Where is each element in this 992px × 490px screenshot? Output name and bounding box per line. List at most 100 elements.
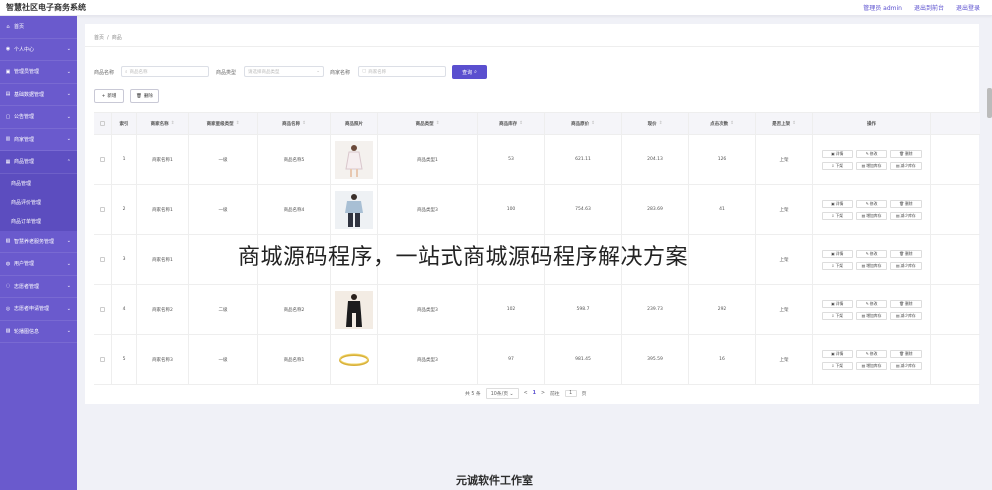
column-header[interactable]: 商品照片 xyxy=(331,113,378,134)
detail-button[interactable]: ▣ 详情 xyxy=(821,349,853,358)
column-header[interactable]: 商家名称 ⇕ xyxy=(137,113,189,134)
sidebar-item[interactable]: ▤ 基础数据管理 ⌄ xyxy=(0,84,77,106)
sort-icon[interactable]: ⇕ xyxy=(302,121,306,126)
sort-icon[interactable]: ⇕ xyxy=(659,121,663,126)
goods-name-input[interactable]: ⌕ 商品名称 xyxy=(121,66,209,77)
sidebar-item[interactable]: ▨ 轮播图信息 ⌄ xyxy=(0,321,77,343)
offshelf-button[interactable]: ⇩ 下架 xyxy=(821,211,853,220)
offshelf-button[interactable]: ⇩ 下架 xyxy=(821,361,853,370)
prev-page-button[interactable]: < xyxy=(524,391,528,396)
add-stock-button[interactable]: ▤ 增加库存 xyxy=(855,161,888,170)
logout-link[interactable]: 退出登录 xyxy=(956,3,980,12)
search-button[interactable]: 查询 ⌕ xyxy=(452,65,487,79)
sidebar-item[interactable]: ◍ 用户管理 ⌄ xyxy=(0,253,77,276)
page-number[interactable]: 1 xyxy=(533,391,536,396)
sidebar-item[interactable]: ▥ 商家管理 ⌄ xyxy=(0,129,77,151)
offshelf-button[interactable]: ⇩ 下架 xyxy=(821,261,853,270)
add-stock-button[interactable]: ▤ 增加库存 xyxy=(855,261,888,270)
sidebar-item[interactable]: ◎ 志愿者申请管理 ⌄ xyxy=(0,298,77,321)
sort-icon[interactable]: ⇕ xyxy=(591,121,595,126)
edit-button[interactable]: ✎ 修改 xyxy=(855,299,888,308)
row-checkbox[interactable] xyxy=(100,307,105,312)
goto-page-input[interactable]: 1 xyxy=(564,390,577,397)
stock-icon: ▤ xyxy=(861,213,866,218)
goto-frontend-link[interactable]: 退出到前台 xyxy=(914,3,944,12)
column-header[interactable]: 商家星级类型 ⇕ xyxy=(189,113,258,134)
sidebar-item[interactable]: ▣ 管理员管理 ⌄ xyxy=(0,61,77,84)
row-checkbox[interactable] xyxy=(100,157,105,162)
sidebar-item[interactable]: ▢ 公告管理 ⌄ xyxy=(0,106,77,129)
row-checkbox[interactable] xyxy=(100,357,105,362)
column-header[interactable]: 是否上架 ⇕ xyxy=(756,113,813,134)
reduce-stock-button[interactable]: ▤ 减少库存 xyxy=(890,361,922,370)
column-header-label: 现价 xyxy=(647,121,657,127)
column-header-label: 商品照片 xyxy=(345,121,363,127)
sort-icon[interactable]: ⇕ xyxy=(792,121,796,126)
sidebar-item[interactable]: ⌂ 首页 xyxy=(0,16,77,39)
edit-button[interactable]: ✎ 修改 xyxy=(855,249,888,258)
edit-button[interactable]: ✎ 修改 xyxy=(855,349,888,358)
sidebar-subitem[interactable]: 商品评价管理 xyxy=(0,192,77,212)
row-checkbox[interactable] xyxy=(100,207,105,212)
offshelf-button[interactable]: ⇩ 下架 xyxy=(821,311,853,320)
page-size-select[interactable]: 10条/页 ⌄ xyxy=(485,388,519,399)
delete-button[interactable]: 🗑 删除 xyxy=(890,349,922,358)
sidebar-item[interactable]: ◉ 个人中心 ⌄ xyxy=(0,39,77,61)
sidebar-item[interactable]: ▧ 智慧养老服务管理 ⌄ xyxy=(0,231,77,253)
add-stock-button[interactable]: ▤ 增加库存 xyxy=(855,311,888,320)
delete-button[interactable]: 🗑 删除 xyxy=(890,199,922,208)
reduce-stock-button[interactable]: ▤ 减少库存 xyxy=(890,261,922,270)
sort-icon[interactable]: ⇕ xyxy=(519,121,523,126)
sidebar-subitem[interactable]: 商品订单管理 xyxy=(0,211,77,231)
reduce-stock-button[interactable]: ▤ 减少库存 xyxy=(890,161,922,170)
sidebar-item-label: 公告管理 xyxy=(14,114,35,121)
offshelf-button[interactable]: ⇩ 下架 xyxy=(821,161,853,170)
add-button[interactable]: + 新增 xyxy=(94,89,124,103)
cell-price: 598.7 xyxy=(545,285,622,334)
breadcrumb-current: 商品 xyxy=(111,35,122,41)
delete-button[interactable]: 🗑 删除 xyxy=(890,299,922,308)
scrollbar[interactable] xyxy=(987,88,992,118)
goods-icon: ▦ xyxy=(5,158,11,165)
sidebar-item-label: 商品管理 xyxy=(14,159,35,166)
delete-button[interactable]: 🗑 删除 xyxy=(890,249,922,258)
admin-user-link[interactable]: 管理员 admin xyxy=(863,3,902,12)
add-stock-button[interactable]: ▤ 增加库存 xyxy=(855,361,888,370)
detail-button[interactable]: ▣ 详情 xyxy=(821,249,853,258)
add-stock-button[interactable]: ▤ 增加库存 xyxy=(855,211,888,220)
column-header[interactable]: 索引 xyxy=(112,113,137,134)
next-page-button[interactable]: > xyxy=(541,391,545,396)
sidebar-item[interactable]: ▦ 商品管理 ⌃ xyxy=(0,151,77,174)
edit-button[interactable]: ✎ 修改 xyxy=(855,149,888,158)
sort-icon[interactable]: ⇕ xyxy=(236,121,240,126)
sidebar-subitem[interactable]: 商品管理 xyxy=(0,173,77,193)
column-header[interactable]: 点击次数 ⇕ xyxy=(689,113,756,134)
breadcrumb-home[interactable]: 首页 xyxy=(94,35,104,41)
column-header[interactable]: 操作 xyxy=(813,113,931,134)
reduce-stock-button[interactable]: ▤ 减少库存 xyxy=(890,311,922,320)
detail-button[interactable]: ▣ 详情 xyxy=(821,199,853,208)
sort-icon[interactable]: ⇕ xyxy=(436,121,440,126)
sort-icon[interactable]: ⇕ xyxy=(730,121,734,126)
column-header[interactable]: 商品库存 ⇕ xyxy=(478,113,545,134)
column-header[interactable]: 商品名称 ⇕ xyxy=(258,113,331,134)
cell-stock: 102 xyxy=(478,285,545,334)
reduce-stock-button[interactable]: ▤ 减少库存 xyxy=(890,211,922,220)
goods-photo xyxy=(335,340,373,379)
delete-button[interactable]: 🗑 删除 xyxy=(130,89,159,103)
column-header[interactable]: 现价 ⇕ xyxy=(622,113,689,134)
shop-name-input[interactable]: ▢ 商家名称 xyxy=(358,66,446,77)
detail-button[interactable]: ▣ 详情 xyxy=(821,149,853,158)
sidebar-item[interactable]: ◌ 志愿者管理 ⌄ xyxy=(0,276,77,298)
column-header[interactable]: 商品类型 ⇕ xyxy=(378,113,478,134)
row-checkbox[interactable] xyxy=(100,257,105,262)
edit-button[interactable]: ✎ 修改 xyxy=(855,199,888,208)
delete-button[interactable]: 🗑 删除 xyxy=(890,149,922,158)
select-all-checkbox[interactable] xyxy=(100,121,105,126)
column-header-label: 操作 xyxy=(867,121,876,127)
cell-status: 上架 xyxy=(756,285,813,334)
sort-icon[interactable]: ⇕ xyxy=(171,121,175,126)
detail-button[interactable]: ▣ 详情 xyxy=(821,299,853,308)
column-header[interactable]: 商品原价 ⇕ xyxy=(545,113,622,134)
goods-type-select[interactable]: 请选择商品类型 ⌄ xyxy=(244,66,324,77)
